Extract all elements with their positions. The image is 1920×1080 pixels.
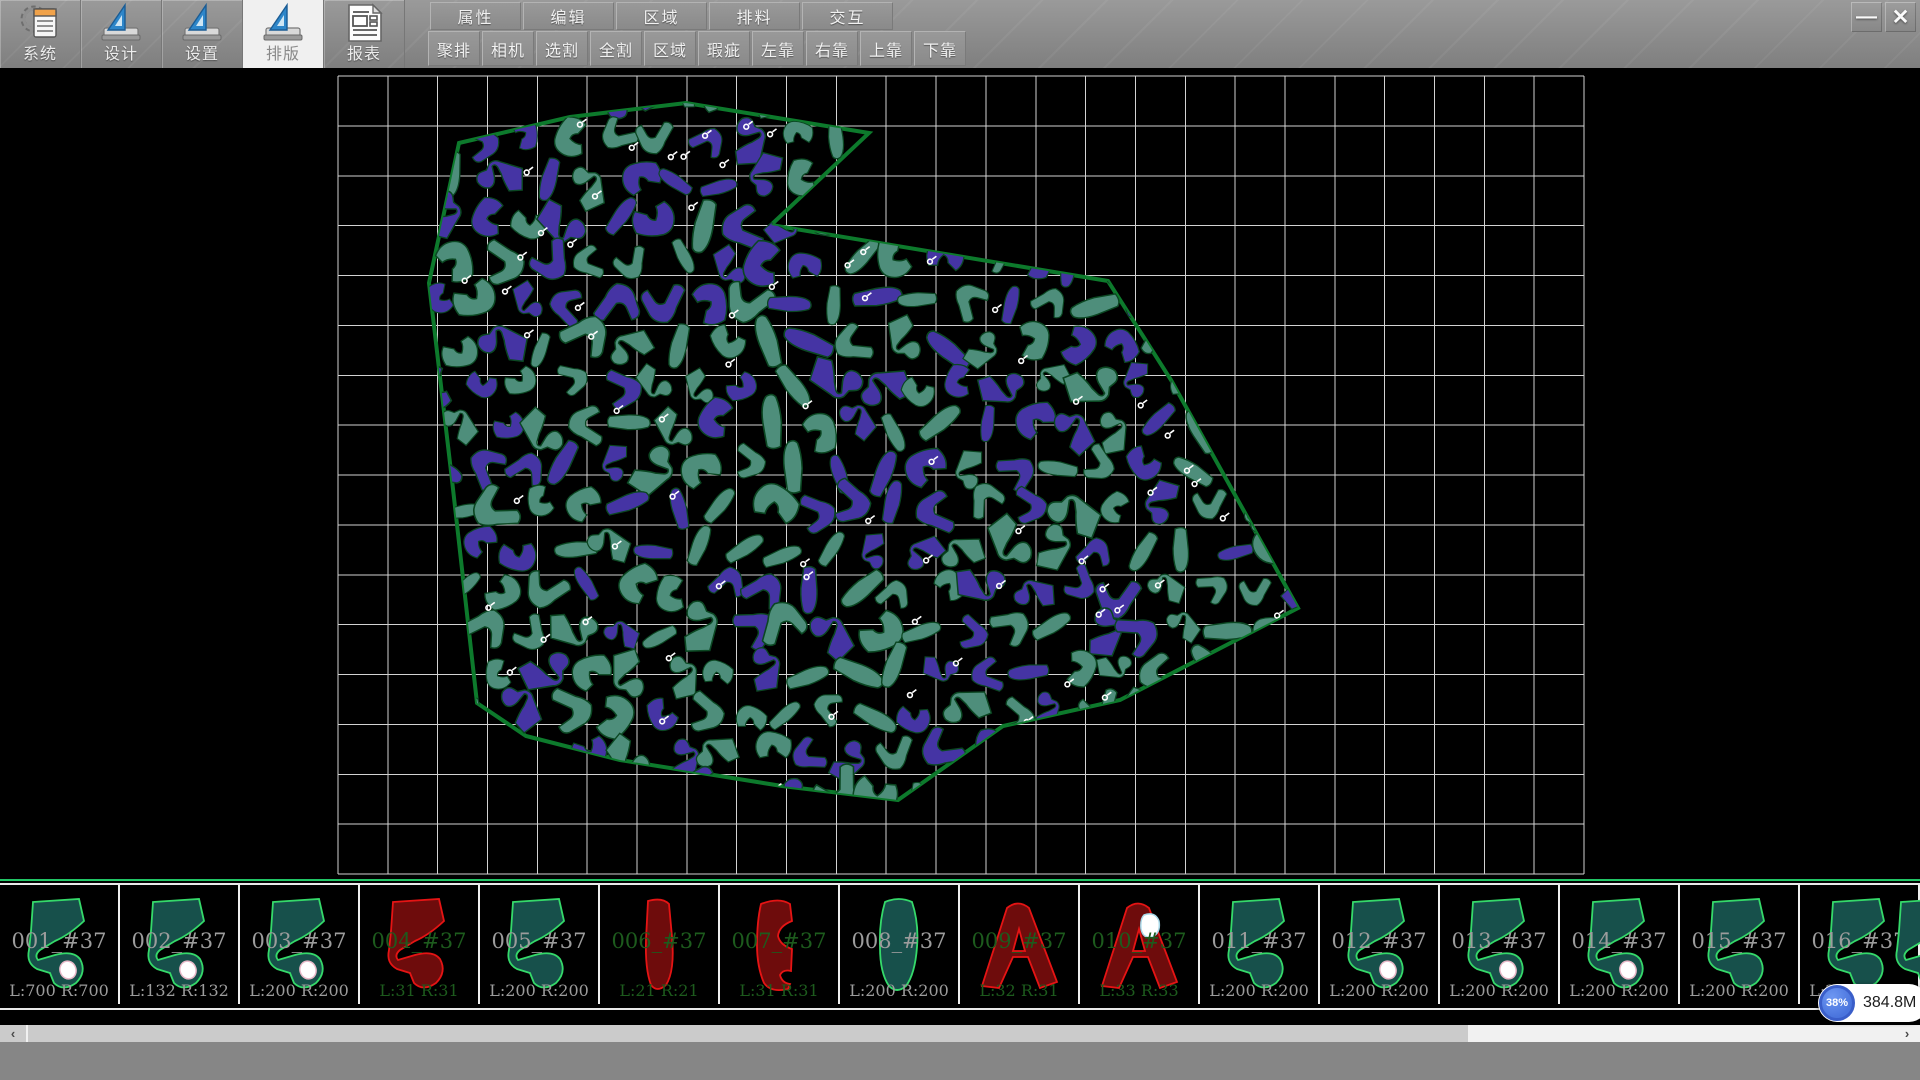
app-tab-design[interactable]: 设计 [81, 0, 162, 68]
part-lr-count-label: L:200 R:200 [480, 981, 598, 1000]
tool-3[interactable]: 全割 [590, 31, 642, 66]
part-lr-count-label: L:200 R:200 [1200, 981, 1318, 1000]
app-tab-report[interactable]: 报表 [324, 0, 405, 68]
memory-size-label: 384.8M [1855, 994, 1920, 1012]
app-tab-settings[interactable]: 设置 [162, 0, 243, 68]
report-icon [341, 2, 387, 44]
part-thumbnail-001_#37[interactable]: 001_#37 L:700 R:700 [0, 885, 120, 1004]
minimize-button[interactable]: — [1851, 2, 1882, 32]
app-tab-label: 设计 [104, 44, 138, 66]
part-name-label: 006_#37 [600, 929, 718, 953]
part-thumbnail-010_#37[interactable]: 010_#37 L:33 R:33 [1080, 885, 1200, 1004]
app-window: { "toolbar": { "apps": [ {"label":"系统","… [0, 0, 1920, 1080]
horizontal-scrollbar[interactable]: ‹ › [0, 1025, 1920, 1042]
app-tab-label: 设置 [185, 44, 219, 66]
part-name-label: 003_#37 [240, 929, 358, 953]
nested-pieces-layer [383, 69, 1348, 827]
part-name-label: 005_#37 [480, 929, 598, 953]
menu-1[interactable]: 编辑 [523, 2, 614, 30]
part-lr-count-label: L:132 R:132 [120, 981, 238, 1000]
part-lr-count-label: L:31 R:31 [720, 981, 838, 1000]
menu-area: 属性编辑区域排料交互 聚排相机选割全割区域瑕疵左靠右靠上靠下靠 [428, 0, 1528, 68]
part-thumbnail-014_#37[interactable]: 014_#37 L:200 R:200 [1560, 885, 1680, 1004]
part-thumbnail-008_#37[interactable]: 008_#37 L:200 R:200 [840, 885, 960, 1004]
scrollbar-thumb[interactable] [28, 1025, 1468, 1042]
menu-4[interactable]: 交互 [802, 2, 893, 30]
part-shape-teal [1875, 891, 1920, 999]
part-lr-count-label: L:200 R:200 [1680, 981, 1798, 1000]
memory-percent-indicator: 38% [1819, 985, 1855, 1021]
part-name-label: 007_#37 [720, 929, 838, 953]
part-lr-count-label: L:200 R:200 [840, 981, 958, 1000]
part-lr-count-label: L:31 R:31 [360, 981, 478, 1000]
tool-1[interactable]: 相机 [482, 31, 534, 66]
menu-2[interactable]: 区域 [616, 2, 707, 30]
part-thumbnail-011_#37[interactable]: 011_#37 L:200 R:200 [1200, 885, 1320, 1004]
memory-usage-badge[interactable]: 38% 384.8M [1818, 984, 1920, 1022]
tool-4[interactable]: 区域 [644, 31, 696, 66]
part-name-label: 004_#37 [360, 929, 478, 953]
nesting-ruler-icon [260, 2, 306, 44]
part-lr-count-label: L:200 R:200 [1560, 981, 1678, 1000]
app-tab-label: 报表 [347, 44, 381, 66]
part-name-label: 001_#37 [0, 929, 118, 953]
part-lr-count-label: L:200 R:200 [1440, 981, 1558, 1000]
notebook-glyph [34, 9, 56, 37]
part-thumbnail-009_#37[interactable]: 009_#37 L:32 R:31 [960, 885, 1080, 1004]
menu-row-tools: 聚排相机选割全割区域瑕疵左靠右靠上靠下靠 [428, 31, 966, 66]
settings-ruler-icon [179, 2, 225, 44]
part-name-label: 009_#37 [960, 929, 1078, 953]
app-tab-label: 系统 [23, 44, 57, 66]
app-tab-label: 排版 [266, 44, 300, 66]
tool-5[interactable]: 瑕疵 [698, 31, 750, 66]
design-ruler-icon [98, 2, 144, 44]
tool-9[interactable]: 下靠 [914, 31, 966, 66]
strip-separator-line [0, 879, 1920, 881]
part-thumbnail-006_#37[interactable]: 006_#37 L:21 R:21 [600, 885, 720, 1004]
tool-0[interactable]: 聚排 [428, 31, 480, 66]
part-lr-count-label: L:21 R:21 [600, 981, 718, 1000]
part-name-label: 013_#37 [1440, 929, 1558, 953]
nest-drawing [0, 68, 1920, 879]
menu-row-top: 属性编辑区域排料交互 [430, 2, 893, 30]
part-lr-count-label: L:32 R:31 [960, 981, 1078, 1000]
window-controls: — ✕ [1851, 2, 1916, 32]
part-name-label: 015_#37 [1680, 929, 1798, 953]
part-name-label: 002_#37 [120, 929, 238, 953]
menu-0[interactable]: 属性 [430, 2, 521, 30]
part-thumbnail-005_#37[interactable]: 005_#37 L:200 R:200 [480, 885, 600, 1004]
part-name-label: 012_#37 [1320, 929, 1438, 953]
tool-2[interactable]: 选割 [536, 31, 588, 66]
nesting-canvas[interactable] [0, 68, 1920, 879]
menu-3[interactable]: 排料 [709, 2, 800, 30]
tool-7[interactable]: 右靠 [806, 31, 858, 66]
bottom-status-strip [0, 1042, 1920, 1080]
part-name-label: 011_#37 [1200, 929, 1318, 953]
system-gear-icon [17, 2, 63, 44]
app-mode-bar: 系统 设计 设置 排版 报表 [0, 0, 405, 68]
part-lr-count-label: L:700 R:700 [0, 981, 118, 1000]
part-thumbnail-003_#37[interactable]: 003_#37 L:200 R:200 [240, 885, 360, 1004]
parts-thumbnail-strip: 001_#37L:700 R:700002_#37L:132 R:132003_… [0, 883, 1920, 1010]
tool-6[interactable]: 左靠 [752, 31, 804, 66]
part-thumbnail-015_#37[interactable]: 015_#37 L:200 R:200 [1680, 885, 1800, 1004]
part-lr-count-label: L:200 R:200 [240, 981, 358, 1000]
part-name-label: 008_#37 [840, 929, 958, 953]
part-thumbnail-007_#37[interactable]: 007_#37 L:31 R:31 [720, 885, 840, 1004]
part-lr-count-label: L:200 R:200 [1320, 981, 1438, 1000]
part-thumbnail-002_#37[interactable]: 002_#37 L:132 R:132 [120, 885, 240, 1004]
part-thumbnail-012_#37[interactable]: 012_#37 L:200 R:200 [1320, 885, 1440, 1004]
tool-8[interactable]: 上靠 [860, 31, 912, 66]
app-tab-nesting[interactable]: 排版 [243, 0, 324, 68]
part-name-label: 010_#37 [1080, 929, 1198, 953]
close-button[interactable]: ✕ [1885, 2, 1916, 32]
part-thumbnail-013_#37[interactable]: 013_#37 L:200 R:200 [1440, 885, 1560, 1004]
main-toolbar: 系统设计设置排版报表 属性编辑区域排料交互 聚排相机选割全割区域瑕疵左靠右靠上靠… [0, 0, 1920, 68]
app-tab-system[interactable]: 系统 [0, 0, 81, 68]
part-lr-count-label: L:33 R:33 [1080, 981, 1198, 1000]
scroll-left-arrow-icon[interactable]: ‹ [0, 1025, 26, 1042]
scroll-right-arrow-icon[interactable]: › [1894, 1025, 1920, 1042]
part-thumbnail-004_#37[interactable]: 004_#37 L:31 R:31 [360, 885, 480, 1004]
part-name-label: 014_#37 [1560, 929, 1678, 953]
